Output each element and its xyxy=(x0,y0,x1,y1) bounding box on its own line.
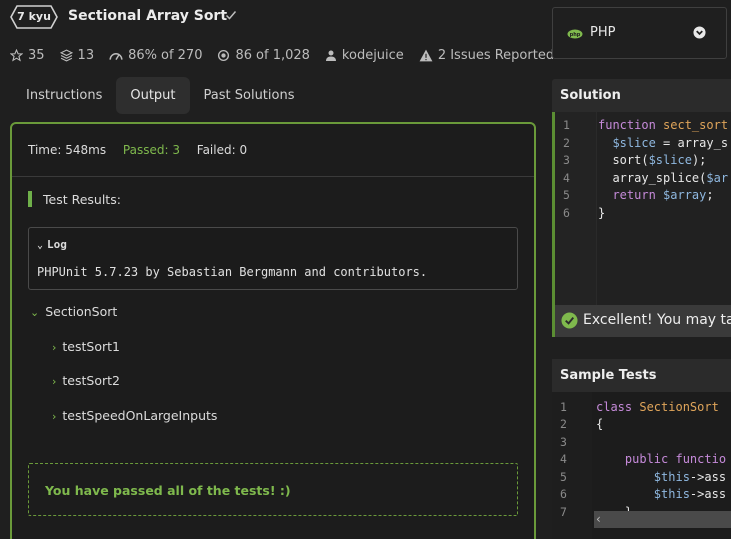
solution-header: Solution xyxy=(552,79,731,112)
divider xyxy=(12,176,534,177)
time-label: Time: 548ms xyxy=(28,143,107,157)
rank-label: 7 kyu xyxy=(17,10,51,23)
author-stat[interactable]: kodejuice xyxy=(325,48,404,63)
line-number: 5 xyxy=(560,470,567,484)
tab-instructions[interactable]: Instructions xyxy=(12,77,116,114)
test-item[interactable]: › testSort1 xyxy=(52,339,120,354)
author-name: kodejuice xyxy=(341,47,404,63)
test-results-heading: Test Results: xyxy=(43,192,121,207)
pass-message: You have passed all of the tests! :) xyxy=(45,483,291,498)
code-line: $this->ass xyxy=(596,487,727,501)
success-message: Excellent! You may take xyxy=(583,312,731,328)
code-line: sort($slice); xyxy=(598,153,707,167)
completed-total: of 1,028 xyxy=(256,47,310,63)
line-number: 6 xyxy=(563,206,570,220)
output-panel: Time: 548ms Passed: 3 Failed: 0 Test Res… xyxy=(10,122,536,539)
chevron-right-icon: › xyxy=(52,375,57,388)
passed-count: Passed: 3 xyxy=(122,143,180,157)
completed-count: 86 xyxy=(235,47,253,63)
tab-output[interactable]: Output xyxy=(116,77,190,114)
code-line: { xyxy=(596,417,604,431)
kata-stats: 35 13 86% of 270 86 of 1,028 kodejuice 2 I… xyxy=(10,47,569,63)
code-line: class SectionSort xyxy=(596,400,719,414)
test-results-marker xyxy=(28,191,32,207)
line-number: 2 xyxy=(560,417,567,431)
completed-stat: 86 of 1,028 xyxy=(217,47,310,63)
chevron-right-icon: › xyxy=(52,410,57,423)
scroll-left-icon[interactable]: ‹ xyxy=(596,512,601,526)
log-label: Log xyxy=(47,238,67,251)
solution-editor[interactable]: 1 2 3 4 5 6 function sect_sort $slice = … xyxy=(552,112,731,305)
line-number: 7 xyxy=(560,505,567,519)
line-gutter: 1 2 3 4 5 6 7 xyxy=(552,392,592,539)
line-gutter: 1 2 3 4 5 6 xyxy=(555,112,597,305)
line-number: 2 xyxy=(563,136,570,150)
line-number: 3 xyxy=(560,435,567,449)
code-line: public functio xyxy=(596,452,727,466)
chevron-down-icon: ⌄ xyxy=(37,240,44,251)
log-toggle[interactable]: ⌄ Log xyxy=(37,238,67,251)
pass-message-box: You have passed all of the tests! :) xyxy=(28,463,518,516)
tab-bar: Instructions Output Past Solutions xyxy=(12,77,309,114)
test-label: testSpeedOnLargeInputs xyxy=(62,408,218,423)
issues-count: 2 Issues Reported xyxy=(437,47,555,63)
sample-tests-header: Sample Tests xyxy=(552,359,731,392)
stars-stat[interactable]: 35 xyxy=(10,48,45,63)
result-summary: Time: 548ms Passed: 3 Failed: 0 xyxy=(28,143,260,157)
issues-stat[interactable]: 2 Issues Reported xyxy=(419,48,554,63)
suite-toggle[interactable]: ⌄ SectionSort xyxy=(30,304,117,319)
test-item[interactable]: › testSpeedOnLargeInputs xyxy=(52,408,217,423)
language-label: PHP xyxy=(590,25,616,40)
log-box: ⌄ Log PHPUnit 5.7.23 by Sebastian Bergman… xyxy=(28,227,518,290)
success-banner: Excellent! You may take xyxy=(552,305,731,337)
check-icon xyxy=(225,11,237,20)
language-select[interactable]: php PHP xyxy=(552,7,727,59)
chevron-down-icon xyxy=(693,26,706,39)
satisfaction-percent: 86% xyxy=(128,47,157,63)
suite-label: SectionSort xyxy=(45,304,118,319)
satisfaction-stat: 86% of 270 xyxy=(109,48,202,63)
test-item[interactable]: › testSort2 xyxy=(52,373,120,388)
chevron-down-icon: ⌄ xyxy=(30,306,40,319)
user-icon xyxy=(325,50,336,61)
test-label: testSort1 xyxy=(62,339,120,354)
code-line: function sect_sort xyxy=(598,118,729,132)
code-line: $this->ass xyxy=(596,470,727,484)
code-line: } xyxy=(598,206,606,220)
php-icon: php xyxy=(567,29,583,39)
collections-stat[interactable]: 13 xyxy=(59,47,95,63)
warning-icon xyxy=(419,49,433,61)
log-text: PHPUnit 5.7.23 by Sebastian Bergmann and… xyxy=(37,265,428,279)
tab-past-solutions[interactable]: Past Solutions xyxy=(190,77,309,114)
layers-icon xyxy=(59,48,73,62)
svg-text:php: php xyxy=(570,32,581,38)
kata-title[interactable]: Sectional Array Sort xyxy=(68,8,227,24)
failed-count: Failed: 0 xyxy=(196,143,248,157)
code-line: array_splice($ar xyxy=(598,171,729,185)
line-number: 1 xyxy=(560,400,567,414)
line-number: 3 xyxy=(563,153,570,167)
sample-tests-heading: Sample Tests xyxy=(560,368,657,383)
stars-count: 35 xyxy=(28,47,45,63)
gauge-icon xyxy=(109,52,123,60)
code-line: $slice = array_s xyxy=(598,136,729,150)
line-number: 6 xyxy=(560,487,567,501)
line-number: 1 xyxy=(563,118,570,132)
check-circle-icon xyxy=(561,312,578,329)
collections-count: 13 xyxy=(77,47,95,63)
line-number: 5 xyxy=(563,188,570,202)
line-number: 4 xyxy=(563,171,570,185)
line-number: 4 xyxy=(560,452,567,466)
target-icon xyxy=(218,49,230,61)
sample-tests-editor[interactable]: 1 2 3 4 5 6 7 class SectionSort { public… xyxy=(552,392,731,539)
satisfaction-votes: of 270 xyxy=(161,47,203,63)
test-label: testSort2 xyxy=(62,373,120,388)
solution-heading: Solution xyxy=(560,88,621,103)
code-line: return $array; xyxy=(598,188,714,202)
star-icon xyxy=(10,48,23,62)
chevron-right-icon: › xyxy=(52,341,57,354)
horizontal-scrollbar[interactable] xyxy=(594,511,731,528)
rank-badge: 7 kyu xyxy=(10,5,58,29)
